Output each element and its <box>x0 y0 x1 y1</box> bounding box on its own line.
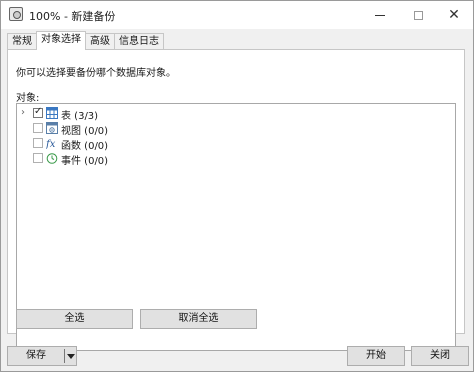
start-button[interactable]: 开始 <box>347 346 405 366</box>
maximize-button[interactable] <box>399 1 437 29</box>
chevron-down-icon <box>67 353 75 359</box>
expand-chevron-icon[interactable]: › <box>21 108 31 118</box>
backup-dialog: 100% - 新建备份 ✕ 常规 对象选择 高级 信息日志 你可以选择要备份哪个… <box>0 0 474 372</box>
tab-strip: 常规 对象选择 高级 信息日志 <box>7 31 164 50</box>
view-icon <box>46 122 58 134</box>
minimize-button[interactable] <box>361 1 399 29</box>
svg-text:fx: fx <box>46 139 56 149</box>
app-icon <box>9 7 23 21</box>
deselect-all-button[interactable]: 取消全选 <box>140 309 257 329</box>
save-dropdown-button[interactable] <box>65 347 77 365</box>
table-icon <box>46 107 58 119</box>
events-checkbox[interactable] <box>33 153 43 163</box>
tab-general[interactable]: 常规 <box>7 33 37 50</box>
title-bar: 100% - 新建备份 ✕ <box>1 1 473 29</box>
tab-message-log[interactable]: 信息日志 <box>114 33 164 50</box>
close-button[interactable]: 关闭 <box>411 346 469 366</box>
save-button[interactable]: 保存 <box>8 347 64 365</box>
object-selection-panel: 你可以选择要备份哪个数据库对象。 对象: › 表 (3/3) <box>7 49 465 351</box>
close-window-button[interactable]: ✕ <box>435 1 473 29</box>
tables-checkbox[interactable] <box>33 106 43 118</box>
window-title: 100% - 新建备份 <box>29 10 116 23</box>
tree-item-label: 表 (3/3) <box>61 111 99 122</box>
maximize-icon <box>413 10 423 20</box>
event-clock-icon <box>46 153 58 164</box>
tree-item-label: 视图 (0/0) <box>61 126 109 137</box>
tree-item-label: 函数 (0/0) <box>61 141 109 152</box>
views-checkbox[interactable] <box>33 123 43 133</box>
save-split-button: 保存 <box>7 346 77 366</box>
function-icon: fx <box>46 139 56 149</box>
close-icon: ✕ <box>448 7 460 23</box>
tab-object-selection[interactable]: 对象选择 <box>36 31 86 50</box>
functions-checkbox[interactable] <box>33 138 43 148</box>
tab-advanced[interactable]: 高级 <box>85 33 115 50</box>
instruction-text: 你可以选择要备份哪个数据库对象。 <box>16 68 176 79</box>
select-all-button[interactable]: 全选 <box>16 309 133 329</box>
minimize-icon <box>375 14 385 16</box>
tree-item-label: 事件 (0/0) <box>61 156 109 167</box>
objects-label: 对象: <box>16 93 40 104</box>
